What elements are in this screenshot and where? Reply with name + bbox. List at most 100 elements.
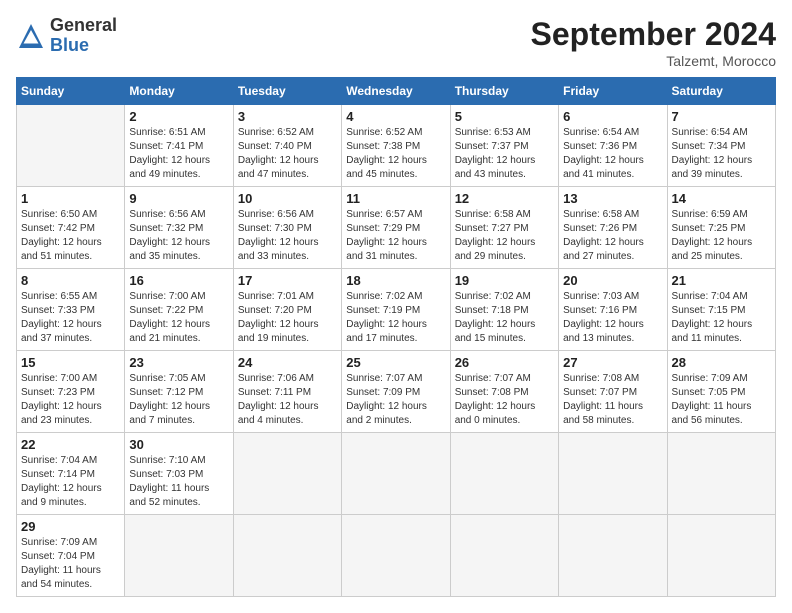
day-number: 25: [346, 355, 445, 370]
location-subtitle: Talzemt, Morocco: [531, 53, 776, 69]
calendar-cell: [342, 433, 450, 515]
cell-content: Sunrise: 7:02 AM Sunset: 7:19 PM Dayligh…: [346, 290, 445, 346]
calendar-cell: 4 Sunrise: 6:52 AM Sunset: 7:38 PM Daylig…: [342, 105, 450, 187]
day-number: 19: [455, 273, 554, 288]
calendar-table: SundayMondayTuesdayWednesdayThursdayFrid…: [16, 77, 776, 597]
calendar-cell: 26 Sunrise: 7:07 AM Sunset: 7:08 PM Dayli…: [450, 351, 558, 433]
calendar-cell: 3 Sunrise: 6:52 AM Sunset: 7:40 PM Daylig…: [233, 105, 341, 187]
calendar-cell: 14 Sunrise: 6:59 AM Sunset: 7:25 PM Dayli…: [667, 187, 775, 269]
day-number: 28: [672, 355, 771, 370]
calendar-cell: 17 Sunrise: 7:01 AM Sunset: 7:20 PM Dayli…: [233, 269, 341, 351]
cell-content: Sunrise: 6:58 AM Sunset: 7:27 PM Dayligh…: [455, 208, 554, 264]
day-number: 3: [238, 109, 337, 124]
logo-general-text: General: [50, 16, 117, 36]
calendar-cell: 19 Sunrise: 7:02 AM Sunset: 7:18 PM Dayli…: [450, 269, 558, 351]
day-number: 21: [672, 273, 771, 288]
calendar-cell: 29Sunrise: 7:09 AM Sunset: 7:04 PM Dayli…: [17, 515, 125, 597]
cell-content: Sunrise: 6:54 AM Sunset: 7:36 PM Dayligh…: [563, 126, 662, 182]
day-number: 23: [129, 355, 228, 370]
calendar-header: SundayMondayTuesdayWednesdayThursdayFrid…: [17, 78, 776, 105]
cell-content: Sunrise: 7:07 AM Sunset: 7:08 PM Dayligh…: [455, 372, 554, 428]
calendar-cell: [233, 515, 341, 597]
calendar-cell: [233, 433, 341, 515]
cell-content: Sunrise: 6:55 AM Sunset: 7:33 PM Dayligh…: [21, 290, 120, 346]
cell-content: Sunrise: 7:01 AM Sunset: 7:20 PM Dayligh…: [238, 290, 337, 346]
cell-content: Sunrise: 7:08 AM Sunset: 7:07 PM Dayligh…: [563, 372, 662, 428]
cell-content: Sunrise: 6:52 AM Sunset: 7:38 PM Dayligh…: [346, 126, 445, 182]
day-header-wednesday: Wednesday: [342, 78, 450, 105]
cell-content: Sunrise: 6:50 AM Sunset: 7:42 PM Dayligh…: [21, 208, 120, 264]
page-header: General Blue September 2024 Talzemt, Mor…: [16, 16, 776, 69]
day-header-thursday: Thursday: [450, 78, 558, 105]
cell-content: Sunrise: 7:04 AM Sunset: 7:14 PM Dayligh…: [21, 454, 120, 510]
calendar-cell: 20 Sunrise: 7:03 AM Sunset: 7:16 PM Dayli…: [559, 269, 667, 351]
calendar-cell: [17, 105, 125, 187]
day-header-saturday: Saturday: [667, 78, 775, 105]
day-number: 11: [346, 191, 445, 206]
day-number: 15: [21, 355, 120, 370]
calendar-cell: 27 Sunrise: 7:08 AM Sunset: 7:07 PM Dayli…: [559, 351, 667, 433]
header-row: SundayMondayTuesdayWednesdayThursdayFrid…: [17, 78, 776, 105]
calendar-cell: 12Sunrise: 6:58 AM Sunset: 7:27 PM Dayli…: [450, 187, 558, 269]
logo-icon: [16, 21, 46, 51]
day-number: 27: [563, 355, 662, 370]
day-number: 9: [129, 191, 228, 206]
calendar-cell: [667, 433, 775, 515]
cell-content: Sunrise: 6:52 AM Sunset: 7:40 PM Dayligh…: [238, 126, 337, 182]
week-row-4: 15 Sunrise: 7:00 AM Sunset: 7:23 PM Dayli…: [17, 351, 776, 433]
calendar-cell: 21Sunrise: 7:04 AM Sunset: 7:15 PM Dayli…: [667, 269, 775, 351]
calendar-cell: 8Sunrise: 6:55 AM Sunset: 7:33 PM Daylig…: [17, 269, 125, 351]
calendar-cell: 2 Sunrise: 6:51 AM Sunset: 7:41 PM Daylig…: [125, 105, 233, 187]
day-number: 1: [21, 191, 120, 206]
calendar-cell: 15 Sunrise: 7:00 AM Sunset: 7:23 PM Dayli…: [17, 351, 125, 433]
cell-content: Sunrise: 7:06 AM Sunset: 7:11 PM Dayligh…: [238, 372, 337, 428]
cell-content: Sunrise: 6:59 AM Sunset: 7:25 PM Dayligh…: [672, 208, 771, 264]
cell-content: Sunrise: 7:02 AM Sunset: 7:18 PM Dayligh…: [455, 290, 554, 346]
day-number: 14: [672, 191, 771, 206]
day-header-friday: Friday: [559, 78, 667, 105]
cell-content: Sunrise: 6:54 AM Sunset: 7:34 PM Dayligh…: [672, 126, 771, 182]
day-number: 26: [455, 355, 554, 370]
day-number: 10: [238, 191, 337, 206]
calendar-cell: 23 Sunrise: 7:05 AM Sunset: 7:12 PM Dayli…: [125, 351, 233, 433]
cell-content: Sunrise: 7:10 AM Sunset: 7:03 PM Dayligh…: [129, 454, 228, 510]
calendar-cell: 13Sunrise: 6:58 AM Sunset: 7:26 PM Dayli…: [559, 187, 667, 269]
month-title: September 2024: [531, 16, 776, 53]
calendar-cell: 28 Sunrise: 7:09 AM Sunset: 7:05 PM Dayli…: [667, 351, 775, 433]
day-number: 5: [455, 109, 554, 124]
week-row-1: 2 Sunrise: 6:51 AM Sunset: 7:41 PM Daylig…: [17, 105, 776, 187]
cell-content: Sunrise: 6:56 AM Sunset: 7:30 PM Dayligh…: [238, 208, 337, 264]
cell-content: Sunrise: 6:53 AM Sunset: 7:37 PM Dayligh…: [455, 126, 554, 182]
day-number: 7: [672, 109, 771, 124]
cell-content: Sunrise: 6:51 AM Sunset: 7:41 PM Dayligh…: [129, 126, 228, 182]
calendar-cell: 25Sunrise: 7:07 AM Sunset: 7:09 PM Dayli…: [342, 351, 450, 433]
day-number: 20: [563, 273, 662, 288]
cell-content: Sunrise: 7:05 AM Sunset: 7:12 PM Dayligh…: [129, 372, 228, 428]
day-header-tuesday: Tuesday: [233, 78, 341, 105]
day-header-sunday: Sunday: [17, 78, 125, 105]
calendar-cell: 10 Sunrise: 6:56 AM Sunset: 7:30 PM Dayli…: [233, 187, 341, 269]
day-number: 29: [21, 519, 120, 534]
title-section: September 2024 Talzemt, Morocco: [531, 16, 776, 69]
calendar-cell: [559, 515, 667, 597]
day-number: 17: [238, 273, 337, 288]
calendar-cell: 30 Sunrise: 7:10 AM Sunset: 7:03 PM Dayli…: [125, 433, 233, 515]
day-number: 2: [129, 109, 228, 124]
day-number: 30: [129, 437, 228, 452]
day-number: 4: [346, 109, 445, 124]
day-number: 24: [238, 355, 337, 370]
day-header-monday: Monday: [125, 78, 233, 105]
calendar-cell: 1 Sunrise: 6:50 AM Sunset: 7:42 PM Daylig…: [17, 187, 125, 269]
calendar-body: 2 Sunrise: 6:51 AM Sunset: 7:41 PM Daylig…: [17, 105, 776, 597]
calendar-cell: 9 Sunrise: 6:56 AM Sunset: 7:32 PM Daylig…: [125, 187, 233, 269]
day-number: 18: [346, 273, 445, 288]
logo-blue-text: Blue: [50, 36, 117, 56]
cell-content: Sunrise: 6:56 AM Sunset: 7:32 PM Dayligh…: [129, 208, 228, 264]
day-number: 16: [129, 273, 228, 288]
calendar-cell: 24 Sunrise: 7:06 AM Sunset: 7:11 PM Dayli…: [233, 351, 341, 433]
week-row-6: 29Sunrise: 7:09 AM Sunset: 7:04 PM Dayli…: [17, 515, 776, 597]
cell-content: Sunrise: 7:09 AM Sunset: 7:05 PM Dayligh…: [672, 372, 771, 428]
cell-content: Sunrise: 7:03 AM Sunset: 7:16 PM Dayligh…: [563, 290, 662, 346]
cell-content: Sunrise: 6:58 AM Sunset: 7:26 PM Dayligh…: [563, 208, 662, 264]
cell-content: Sunrise: 7:00 AM Sunset: 7:23 PM Dayligh…: [21, 372, 120, 428]
